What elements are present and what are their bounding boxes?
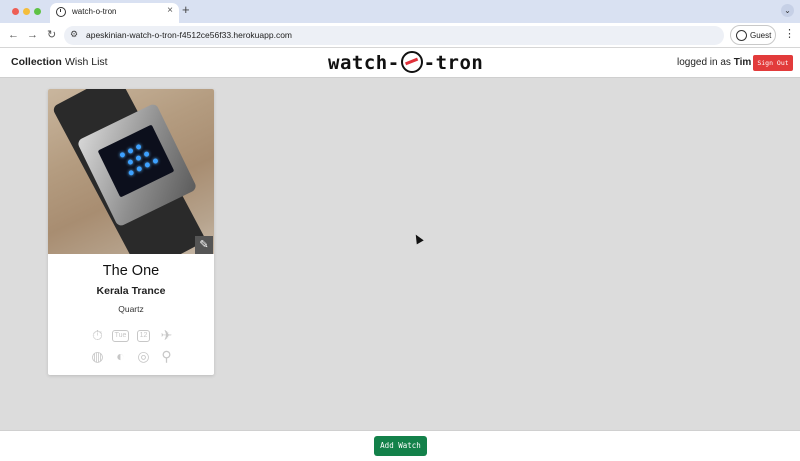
twelve-hour-icon: 12 xyxy=(132,325,155,346)
mouse-cursor-icon xyxy=(412,232,424,245)
led-dot xyxy=(143,150,150,158)
watch-card[interactable]: ✎ The One Kerala Trance Quartz ⏱ Tue 12 … xyxy=(48,89,214,375)
led-dot xyxy=(127,147,134,155)
nav-wishlist-link[interactable]: Wish List xyxy=(65,56,108,68)
profile-icon xyxy=(736,30,747,41)
watch-photo: ✎ xyxy=(48,89,214,254)
close-window-button[interactable] xyxy=(12,8,19,15)
edit-icon[interactable]: ✎ xyxy=(195,236,213,254)
logged-in-prefix: logged in as xyxy=(677,57,731,68)
date-window-label: Tue xyxy=(111,330,130,343)
nav-collection-link[interactable]: Collection xyxy=(11,56,62,68)
back-icon[interactable]: ← xyxy=(8,28,19,42)
guest-label: Guest xyxy=(750,31,772,40)
logged-in-user: Tim xyxy=(733,57,752,68)
feature-icons: ⏱ Tue 12 ✈ ◍ ◐ ◎ ⚲ xyxy=(86,325,178,367)
app-logo[interactable]: watch- -tron xyxy=(328,51,483,75)
globe-icon: ◍ xyxy=(91,348,104,364)
twelve-hour-label: 12 xyxy=(136,330,151,343)
browser-toolbar: ← → ↻ ⚙ apeskinian-watch-o-tron-f4512ce5… xyxy=(0,23,800,48)
moon-phase-icon: ◐ xyxy=(116,348,125,364)
address-bar[interactable]: ⚙ apeskinian-watch-o-tron-f4512ce56f33.h… xyxy=(64,26,724,45)
led-dot xyxy=(152,157,159,165)
reload-icon[interactable]: ↻ xyxy=(47,28,56,42)
watch-name: The One xyxy=(102,263,160,279)
browser-tabbar: watch-o-tron × + ⌄ xyxy=(0,0,800,23)
new-tab-button[interactable]: + xyxy=(182,3,190,17)
browser-tab[interactable]: watch-o-tron × xyxy=(50,3,179,23)
close-tab-icon[interactable]: × xyxy=(167,6,173,16)
led-dot xyxy=(119,151,126,159)
led-dot xyxy=(135,154,142,162)
maximize-window-button[interactable] xyxy=(34,8,41,15)
date-window-icon: Tue xyxy=(109,325,132,346)
watch-movement: Quartz xyxy=(118,304,144,314)
minimize-window-button[interactable] xyxy=(23,8,30,15)
tab-title: watch-o-tron xyxy=(72,7,117,16)
url-text[interactable]: apeskinian-watch-o-tron-f4512ce56f33.her… xyxy=(86,30,292,40)
led-dot xyxy=(127,158,134,166)
logo-text-right: -tron xyxy=(423,52,484,74)
add-watch-button[interactable]: Add Watch xyxy=(374,436,427,456)
footer-bar: Add Watch xyxy=(0,430,800,461)
airplane-icon: ✈ xyxy=(160,327,173,343)
guest-profile-button[interactable]: Guest xyxy=(730,25,776,45)
stopwatch-icon: ⏱ xyxy=(92,327,103,343)
logged-in-status: logged in as Tim xyxy=(677,57,751,68)
app-navbar: Collection Wish List watch- -tron logged … xyxy=(0,48,800,78)
rocket-icon: ⚲ xyxy=(161,348,172,364)
led-dot xyxy=(127,169,135,177)
browser-menu-icon[interactable]: ⋮ xyxy=(784,27,795,41)
led-dot xyxy=(144,161,151,169)
led-dot xyxy=(135,143,142,151)
target-icon: ◎ xyxy=(137,348,150,364)
watch-model: Kerala Trance xyxy=(96,285,166,297)
clock-icon xyxy=(56,7,66,17)
led-dot xyxy=(135,165,143,173)
forward-icon[interactable]: → xyxy=(27,28,38,42)
sign-out-button[interactable]: Sign Out xyxy=(753,55,793,71)
watch-dial-icon xyxy=(400,51,423,73)
site-info-icon[interactable]: ⚙ xyxy=(70,29,78,40)
tab-search-chevron-icon[interactable]: ⌄ xyxy=(781,4,794,17)
logo-text-left: watch- xyxy=(328,52,400,74)
